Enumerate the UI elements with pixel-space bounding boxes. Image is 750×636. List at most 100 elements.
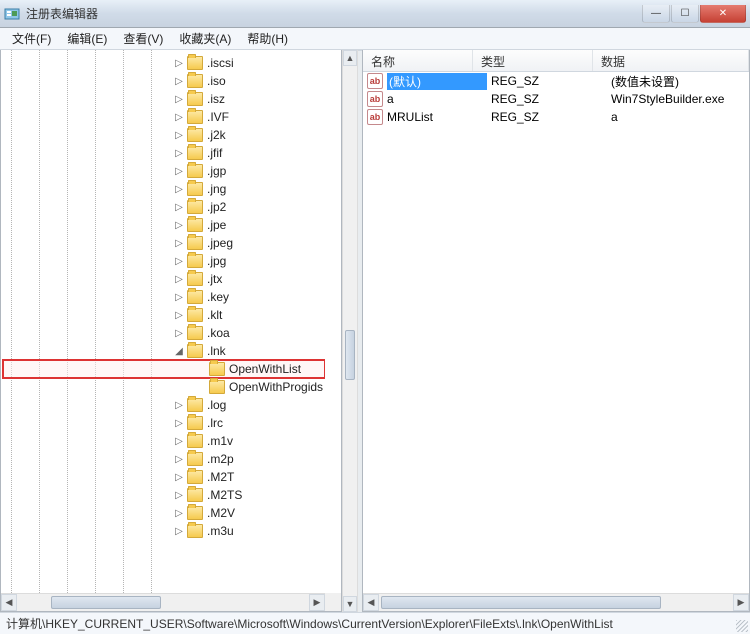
- scroll-thumb[interactable]: [51, 596, 161, 609]
- tree-item[interactable]: ▷ .klt: [3, 306, 325, 324]
- scroll-right-arrow-icon[interactable]: ▶: [733, 594, 749, 611]
- tree-item[interactable]: OpenWithProgids: [3, 378, 325, 396]
- tree-item-label: .jng: [207, 182, 226, 196]
- tree-item[interactable]: ▷.m3u: [3, 522, 325, 540]
- tree-item[interactable]: ▷.koa: [3, 324, 325, 342]
- registry-tree[interactable]: ▷.iscsi▷.iso▷.isz▷.IVF▷.j2k▷.jfif▷.jgp▷.…: [1, 50, 325, 593]
- expand-icon[interactable]: ▷: [173, 291, 185, 303]
- column-header-type[interactable]: 类型: [473, 50, 593, 71]
- window-maximize-button[interactable]: ☐: [671, 5, 699, 23]
- tree-item-label: .iso: [207, 74, 226, 88]
- expand-icon[interactable]: ▷: [173, 183, 185, 195]
- tree-item-label: .m1v: [207, 434, 233, 448]
- menu-help[interactable]: 帮助(H): [239, 28, 296, 49]
- expand-icon[interactable]: ▷: [173, 435, 185, 447]
- tree-item[interactable]: ▷ .isz: [3, 90, 325, 108]
- tree-item-label: .isz: [207, 92, 225, 106]
- expand-icon[interactable]: ▷: [173, 93, 185, 105]
- expand-icon[interactable]: ▷: [173, 255, 185, 267]
- expand-icon[interactable]: ▷: [173, 129, 185, 141]
- tree-item[interactable]: ▷.jpeg: [3, 234, 325, 252]
- tree-item[interactable]: ▷.jpg: [3, 252, 325, 270]
- expand-icon[interactable]: ▷: [173, 165, 185, 177]
- column-header-name[interactable]: 名称: [363, 50, 473, 71]
- expand-icon[interactable]: ▷: [173, 201, 185, 213]
- tree-item[interactable]: ▷.M2T: [3, 468, 325, 486]
- expand-icon[interactable]: ▷: [173, 309, 185, 321]
- column-header-data[interactable]: 数据: [593, 50, 749, 71]
- tree-item[interactable]: ▷ .M2TS: [3, 486, 325, 504]
- scroll-thumb[interactable]: [345, 330, 355, 380]
- expand-icon[interactable]: ▷: [173, 219, 185, 231]
- string-value-icon: ab: [367, 73, 383, 89]
- tree-item-label: .M2TS: [207, 488, 242, 502]
- expand-icon[interactable]: ▷: [173, 327, 185, 339]
- tree-item[interactable]: ▷.jpe: [3, 216, 325, 234]
- tree-vertical-scrollbar[interactable]: ▲ ▼: [342, 50, 358, 612]
- tree-item[interactable]: ▷.jp2: [3, 198, 325, 216]
- expand-icon[interactable]: ▷: [173, 399, 185, 411]
- menu-view[interactable]: 查看(V): [115, 28, 171, 49]
- expand-icon[interactable]: ▷: [173, 75, 185, 87]
- expand-icon[interactable]: ▷: [173, 147, 185, 159]
- menu-file[interactable]: 文件(F): [4, 28, 59, 49]
- tree-item-label: .jtx: [207, 272, 222, 286]
- folder-icon: [187, 506, 203, 520]
- tree-item[interactable]: ▷ .m1v: [3, 432, 325, 450]
- tree-horizontal-scrollbar[interactable]: ◀ ▶: [1, 593, 325, 611]
- scroll-up-arrow-icon[interactable]: ▲: [343, 50, 357, 66]
- menu-bar: 文件(F) 编辑(E) 查看(V) 收藏夹(A) 帮助(H): [0, 28, 750, 50]
- tree-item[interactable]: ▷.M2V: [3, 504, 325, 522]
- expand-icon[interactable]: ▷: [173, 471, 185, 483]
- list-row[interactable]: abaREG_SZWin7StyleBuilder.exe: [363, 90, 749, 108]
- no-expand-icon: [195, 363, 207, 375]
- tree-item[interactable]: OpenWithList: [3, 360, 325, 378]
- tree-item[interactable]: ▷ .jng: [3, 180, 325, 198]
- collapse-icon[interactable]: ◢: [173, 345, 185, 357]
- folder-icon: [187, 236, 203, 250]
- tree-item[interactable]: ◢.lnk: [3, 342, 325, 360]
- folder-icon: [187, 74, 203, 88]
- tree-item[interactable]: ▷.j2k: [3, 126, 325, 144]
- tree-item[interactable]: ▷.key: [3, 288, 325, 306]
- value-name: a: [387, 92, 487, 106]
- values-list[interactable]: ab(默认)REG_SZ(数值未设置)abaREG_SZWin7StyleBui…: [363, 72, 749, 126]
- window-close-button[interactable]: ✕: [700, 5, 746, 23]
- tree-item[interactable]: ▷ .jtx: [3, 270, 325, 288]
- values-pane: 名称 类型 数据 ab(默认)REG_SZ(数值未设置)abaREG_SZWin…: [362, 50, 750, 612]
- tree-item[interactable]: ▷.jfif: [3, 144, 325, 162]
- expand-icon[interactable]: ▷: [173, 111, 185, 123]
- scroll-thumb[interactable]: [381, 596, 661, 609]
- tree-item[interactable]: ▷ .iso: [3, 72, 325, 90]
- list-horizontal-scrollbar[interactable]: ◀ ▶: [363, 593, 749, 611]
- list-row[interactable]: abMRUListREG_SZa: [363, 108, 749, 126]
- list-row[interactable]: ab(默认)REG_SZ(数值未设置): [363, 72, 749, 90]
- tree-item-label: OpenWithList: [229, 362, 301, 376]
- tree-item[interactable]: ▷.iscsi: [3, 54, 325, 72]
- tree-item[interactable]: ▷.m2p: [3, 450, 325, 468]
- tree-item[interactable]: ▷.jgp: [3, 162, 325, 180]
- status-path: 计算机\HKEY_CURRENT_USER\Software\Microsoft…: [6, 615, 613, 632]
- scroll-down-arrow-icon[interactable]: ▼: [343, 596, 357, 612]
- expand-icon[interactable]: ▷: [173, 57, 185, 69]
- tree-item[interactable]: ▷.log: [3, 396, 325, 414]
- scroll-left-arrow-icon[interactable]: ◀: [1, 594, 17, 611]
- expand-icon[interactable]: ▷: [173, 417, 185, 429]
- expand-icon[interactable]: ▷: [173, 453, 185, 465]
- expand-icon[interactable]: ▷: [173, 237, 185, 249]
- expand-icon[interactable]: ▷: [173, 489, 185, 501]
- folder-icon: [187, 470, 203, 484]
- expand-icon[interactable]: ▷: [173, 525, 185, 537]
- scroll-left-arrow-icon[interactable]: ◀: [363, 594, 379, 611]
- tree-pane: ▷.iscsi▷.iso▷.isz▷.IVF▷.j2k▷.jfif▷.jgp▷.…: [0, 50, 342, 612]
- tree-item[interactable]: ▷.IVF: [3, 108, 325, 126]
- window-minimize-button[interactable]: —: [642, 5, 670, 23]
- expand-icon[interactable]: ▷: [173, 507, 185, 519]
- menu-favorites[interactable]: 收藏夹(A): [171, 28, 239, 49]
- tree-item-label: .klt: [207, 308, 222, 322]
- scroll-right-arrow-icon[interactable]: ▶: [309, 594, 325, 611]
- value-data: (数值未设置): [607, 73, 745, 90]
- tree-item[interactable]: ▷.lrc: [3, 414, 325, 432]
- menu-edit[interactable]: 编辑(E): [59, 28, 115, 49]
- expand-icon[interactable]: ▷: [173, 273, 185, 285]
